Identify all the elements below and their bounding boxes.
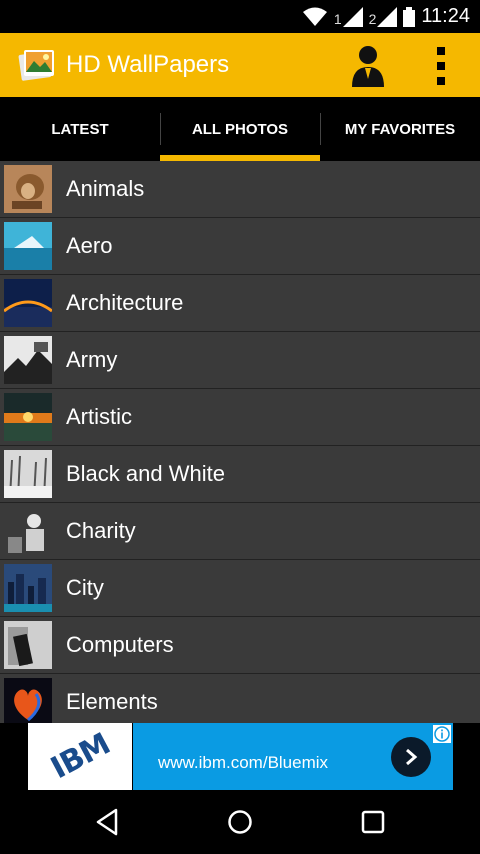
elements-thumbnail — [4, 678, 52, 723]
gallery-logo-icon — [18, 50, 54, 81]
army-thumbnail — [4, 336, 52, 384]
tab-bar: LATEST ALL PHOTOS MY FAVORITES — [0, 97, 480, 161]
back-icon[interactable] — [92, 806, 124, 838]
aero-thumbnail — [4, 222, 52, 270]
wifi-icon — [302, 7, 327, 26]
list-item-elements[interactable]: Elements — [0, 674, 480, 723]
status-time: 11:24 — [421, 5, 470, 27]
recents-icon[interactable] — [357, 806, 389, 838]
category-list: Animals Aero Architecture Army Artistic … — [0, 161, 480, 723]
list-item-label: Artistic — [66, 404, 132, 429]
system-nav-bar — [0, 790, 480, 854]
list-item-black-and-white[interactable]: Black and White — [0, 446, 480, 503]
list-item-animals[interactable]: Animals — [0, 161, 480, 218]
list-item-label: Aero — [66, 233, 113, 258]
list-item-artistic[interactable]: Artistic — [0, 389, 480, 446]
computers-thumbnail — [4, 621, 52, 669]
home-icon[interactable] — [224, 806, 256, 838]
chevron-right-icon — [406, 748, 418, 766]
sim2-label: 2 — [368, 10, 377, 27]
animals-thumbnail — [4, 165, 52, 213]
sim2-signal: 2 — [368, 6, 398, 27]
ad-go-button[interactable] — [391, 737, 431, 777]
status-icons: 1 2 11:24 — [302, 0, 470, 33]
ad-logo[interactable]: IBM — [28, 723, 132, 790]
artistic-thumbnail — [4, 393, 52, 441]
ad-url: www.ibm.com/Bluemix — [158, 753, 329, 772]
tab-latest[interactable]: LATEST — [0, 97, 160, 161]
list-item-army[interactable]: Army — [0, 332, 480, 389]
list-item-computers[interactable]: Computers — [0, 617, 480, 674]
list-item-label: Architecture — [66, 290, 184, 315]
list-item-label: Charity — [66, 518, 136, 543]
ad-logo-text: IBM — [44, 726, 116, 787]
list-item-label: Elements — [66, 689, 158, 714]
list-item-label: Army — [66, 347, 118, 372]
list-item-label: Animals — [66, 176, 145, 201]
battery-icon — [403, 6, 416, 27]
sim1-label: 1 — [333, 10, 342, 27]
architecture-thumbnail — [4, 279, 52, 327]
list-item-label: Computers — [66, 632, 174, 657]
list-item-label: City — [66, 575, 104, 600]
signal-icon — [377, 6, 398, 27]
city-thumbnail — [4, 564, 52, 612]
list-item-architecture[interactable]: Architecture — [0, 275, 480, 332]
list-item-charity[interactable]: Charity — [0, 503, 480, 560]
tab-all-photos[interactable]: ALL PHOTOS — [160, 97, 320, 161]
app-title: HD WallPapers — [66, 51, 230, 78]
overflow-menu-icon[interactable] — [430, 47, 452, 85]
status-bar: 1 2 11:24 — [0, 0, 480, 33]
tab-my-favorites[interactable]: MY FAVORITES — [320, 97, 480, 161]
charity-thumbnail — [4, 507, 52, 555]
list-item-label: Black and White — [66, 461, 225, 486]
black-and-white-thumbnail — [4, 450, 52, 498]
app-bar: HD WallPapers — [0, 33, 480, 97]
signal-icon — [342, 6, 363, 27]
user-icon[interactable] — [350, 43, 386, 87]
ad-banner-container: IBM www.ibm.com/Bluemix — [0, 723, 480, 790]
list-item-city[interactable]: City — [0, 560, 480, 617]
sim1-signal: 1 — [333, 6, 363, 27]
ad-banner[interactable]: www.ibm.com/Bluemix — [133, 723, 453, 790]
info-icon[interactable] — [433, 725, 451, 743]
list-item-aero[interactable]: Aero — [0, 218, 480, 275]
